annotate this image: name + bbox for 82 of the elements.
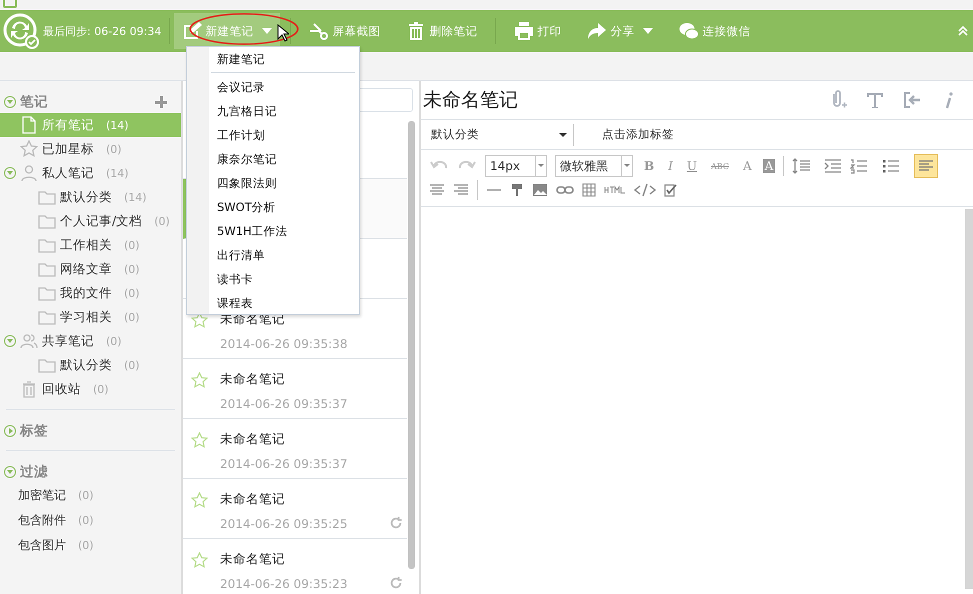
sidebar-item[interactable]: 回收站 (0): [0, 377, 181, 401]
expand-toggle-icon[interactable]: [4, 425, 16, 437]
note-item[interactable]: 未命名笔记 2014-06-26 09:35:37: [183, 359, 407, 419]
expand-toggle-icon[interactable]: [4, 335, 16, 347]
star-icon[interactable]: [191, 432, 208, 449]
note-time: 2014-06-26 09:35:37: [220, 457, 348, 471]
table-icon[interactable]: [582, 183, 596, 197]
star-icon[interactable]: [191, 372, 208, 389]
note-item[interactable]: 未命名笔记 2014-06-26 09:35:37: [183, 419, 407, 479]
page-icon: [20, 116, 38, 134]
sidebar-item[interactable]: 私人笔记 (14): [0, 161, 181, 185]
note-title: 未命名笔记: [220, 491, 286, 508]
menu-item[interactable]: 出行清单: [209, 243, 359, 267]
menu-item[interactable]: 工作计划: [209, 123, 359, 147]
sidebar-item[interactable]: 加密笔记 (0): [0, 483, 181, 508]
checkbox-icon[interactable]: [664, 183, 678, 197]
menu-item[interactable]: 5W1H工作法: [209, 219, 359, 243]
people-icon: [20, 332, 38, 350]
align-right-icon[interactable]: [453, 183, 469, 197]
sidebar-item[interactable]: 网络文章 (0): [0, 257, 181, 281]
menu-item[interactable]: 新建笔记: [209, 47, 359, 71]
menu-item[interactable]: 读书卡: [209, 267, 359, 291]
image-icon[interactable]: [532, 183, 548, 197]
expand-toggle-icon[interactable]: [4, 96, 16, 108]
sidebar-item[interactable]: 默认分类 (0): [0, 353, 181, 377]
person-icon: [20, 164, 38, 182]
sidebar-item[interactable]: 共享笔记 (0): [0, 329, 181, 353]
note-title: 未命名笔记: [220, 551, 286, 568]
scrollbar[interactable]: [408, 121, 415, 569]
scissors-icon: [309, 21, 330, 41]
indent-icon[interactable]: [824, 158, 842, 174]
align-left-button[interactable]: [914, 154, 938, 178]
font-family-select[interactable]: 微软雅黑: [555, 155, 633, 177]
font-size-select[interactable]: 14px: [485, 155, 547, 177]
star-icon: [20, 140, 38, 158]
sidebar-item[interactable]: 包含附件 (0): [0, 508, 181, 533]
note-title: 未命名笔记: [220, 431, 286, 448]
menu-item[interactable]: 九宫格日记: [209, 99, 359, 123]
sync-status: 最后同步: 06-26 09:34: [43, 24, 162, 38]
code-icon[interactable]: [634, 183, 656, 197]
pencil-icon: [182, 21, 202, 41]
sidebar-item[interactable]: 我的文件 (0): [0, 281, 181, 305]
sidebar-item[interactable]: 包含图片 (0): [0, 533, 181, 558]
note-time: 2014-06-26 09:35:23: [220, 577, 348, 591]
menu-item[interactable]: SWOT分析: [209, 195, 359, 219]
sidebar-item[interactable]: 工作相关 (0): [0, 233, 181, 257]
note-item[interactable]: 未命名笔记 2014-06-26 09:35:25: [183, 479, 407, 539]
sidebar-item[interactable]: 个人记事/文档 (0): [0, 209, 181, 233]
sidebar-item[interactable]: 学习相关 (0): [0, 305, 181, 329]
expand-toggle-icon[interactable]: [4, 466, 16, 478]
note-time: 2014-06-26 09:35:38: [220, 337, 348, 351]
share-arrow-icon: [587, 21, 608, 41]
note-title: 未命名笔记: [220, 371, 286, 388]
scrollbar[interactable]: [965, 209, 973, 589]
trash-icon: [20, 380, 38, 398]
printer-icon: [514, 21, 534, 41]
link-icon[interactable]: [556, 183, 574, 197]
chat-bubbles-icon: [679, 21, 700, 41]
html-icon[interactable]: [604, 185, 626, 195]
note-title-heading[interactable]: 未命名笔记: [423, 87, 518, 113]
star-icon[interactable]: [191, 552, 208, 569]
note-time: 2014-06-26 09:35:37: [220, 397, 348, 411]
category-select[interactable]: 默认分类: [421, 124, 574, 146]
menu-item[interactable]: 康奈尔笔记: [209, 147, 359, 171]
menu-item[interactable]: 四象限法则: [209, 171, 359, 195]
sync-icon[interactable]: [3, 13, 39, 49]
format-painter-icon[interactable]: [510, 183, 524, 197]
menu-item[interactable]: 会议记录: [209, 75, 359, 99]
text-format-icon[interactable]: [865, 90, 885, 110]
star-icon[interactable]: [191, 492, 208, 509]
exit-icon[interactable]: [902, 90, 922, 110]
sidebar-item[interactable]: 已加星标 (0): [0, 137, 181, 161]
align-left-icon: [918, 159, 934, 173]
star-icon[interactable]: [191, 312, 208, 329]
expand-toggle-icon[interactable]: [4, 167, 16, 179]
note-item[interactable]: 未命名笔记 2014-06-26 09:35:23: [183, 539, 407, 594]
collapse-icon[interactable]: [957, 25, 969, 37]
tag-field[interactable]: 点击添加标签: [602, 127, 674, 142]
note-time: 2014-06-26 09:35:25: [220, 517, 348, 531]
align-center-icon[interactable]: [429, 183, 445, 197]
mouse-cursor-icon: [277, 24, 289, 42]
sidebar-item[interactable]: 默认分类 (14): [0, 185, 181, 209]
